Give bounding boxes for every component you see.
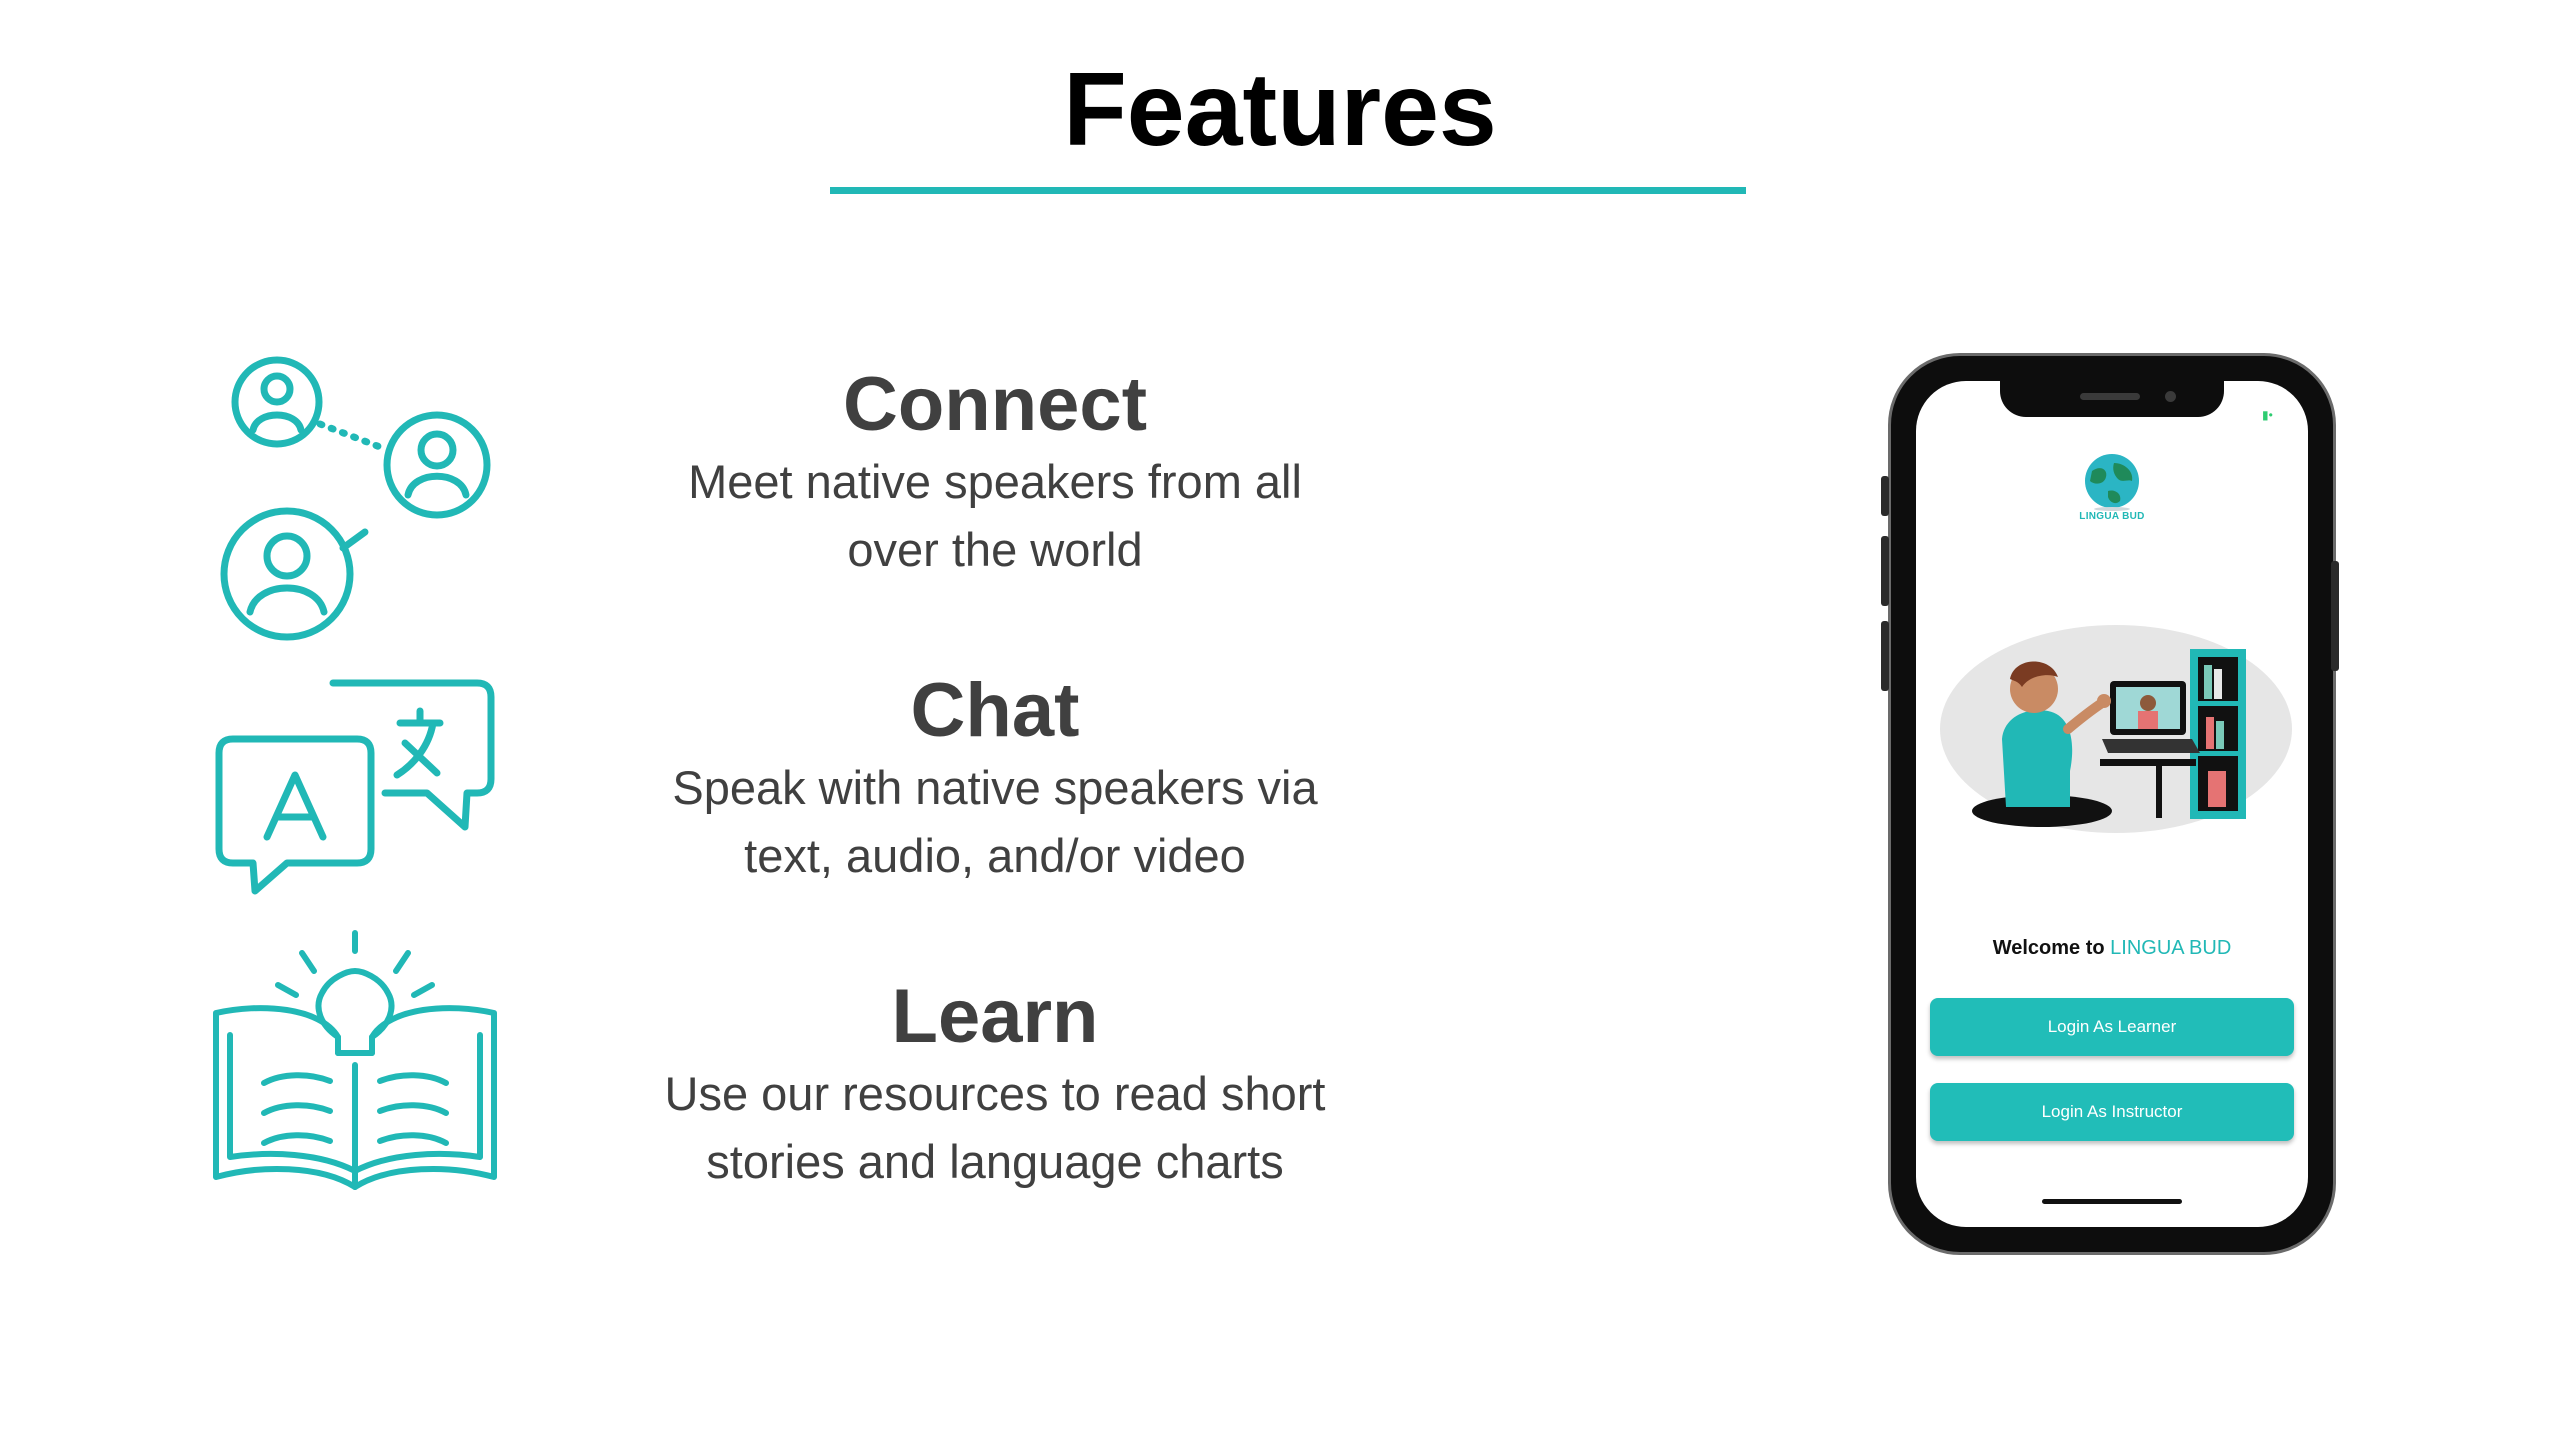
phone-mockup: ▮• LINGUA BUD Welcome to LINGUA BUD Logi…: [1881, 353, 2339, 1255]
feature-title: Connect: [843, 362, 1147, 447]
battery-icon: ▮•: [2262, 408, 2273, 422]
people-network-icon: [220, 356, 491, 641]
phone-side-button: [1881, 476, 1889, 516]
feature-description-line: over the world: [847, 523, 1143, 576]
login-as-instructor-button[interactable]: Login As Instructor: [1930, 1083, 2294, 1141]
feature-description-line: Use our resources to read short: [664, 1067, 1326, 1120]
person-video-call-illustration: [1940, 625, 2292, 833]
phone-screen: ▮• LINGUA BUD Welcome to LINGUA BUD Logi…: [1916, 381, 2308, 1227]
front-camera: [2165, 391, 2176, 402]
feature-description-line: text, audio, and/or video: [744, 829, 1246, 882]
feature-title: Learn: [891, 974, 1099, 1059]
globe-icon: [2085, 454, 2139, 511]
slide-title: Features: [1063, 52, 1497, 168]
feature-description-line: Meet native speakers from all: [688, 455, 1302, 508]
title-underline: [830, 187, 1746, 194]
home-indicator[interactable]: [2042, 1199, 2182, 1204]
feature-description-line: stories and language charts: [706, 1135, 1284, 1188]
feature-description-line: Speak with native speakers via: [672, 761, 1318, 814]
speaker-grille: [2080, 393, 2140, 400]
welcome-brand: LINGUA BUD: [2110, 937, 2232, 959]
phone-notch: [2000, 381, 2224, 417]
translate-chat-icon: [215, 679, 495, 895]
login-as-learner-button[interactable]: Login As Learner: [1930, 998, 2294, 1056]
feature-learn: Learn Use our resources to read short st…: [600, 974, 1390, 1196]
phone-side-button: [1881, 536, 1889, 606]
welcome-text: Welcome to LINGUA BUD: [1916, 937, 2308, 960]
feature-title: Chat: [910, 668, 1080, 753]
feature-chat: Chat Speak with native speakers via text…: [600, 668, 1390, 890]
app-logo-text: LINGUA BUD: [2079, 511, 2145, 522]
feature-connect: Connect Meet native speakers from all ov…: [600, 362, 1390, 584]
phone-side-button: [2331, 561, 2339, 671]
book-lightbulb-icon: [213, 930, 497, 1190]
welcome-prefix: Welcome to: [1992, 937, 2105, 959]
phone-side-button: [1881, 621, 1889, 691]
